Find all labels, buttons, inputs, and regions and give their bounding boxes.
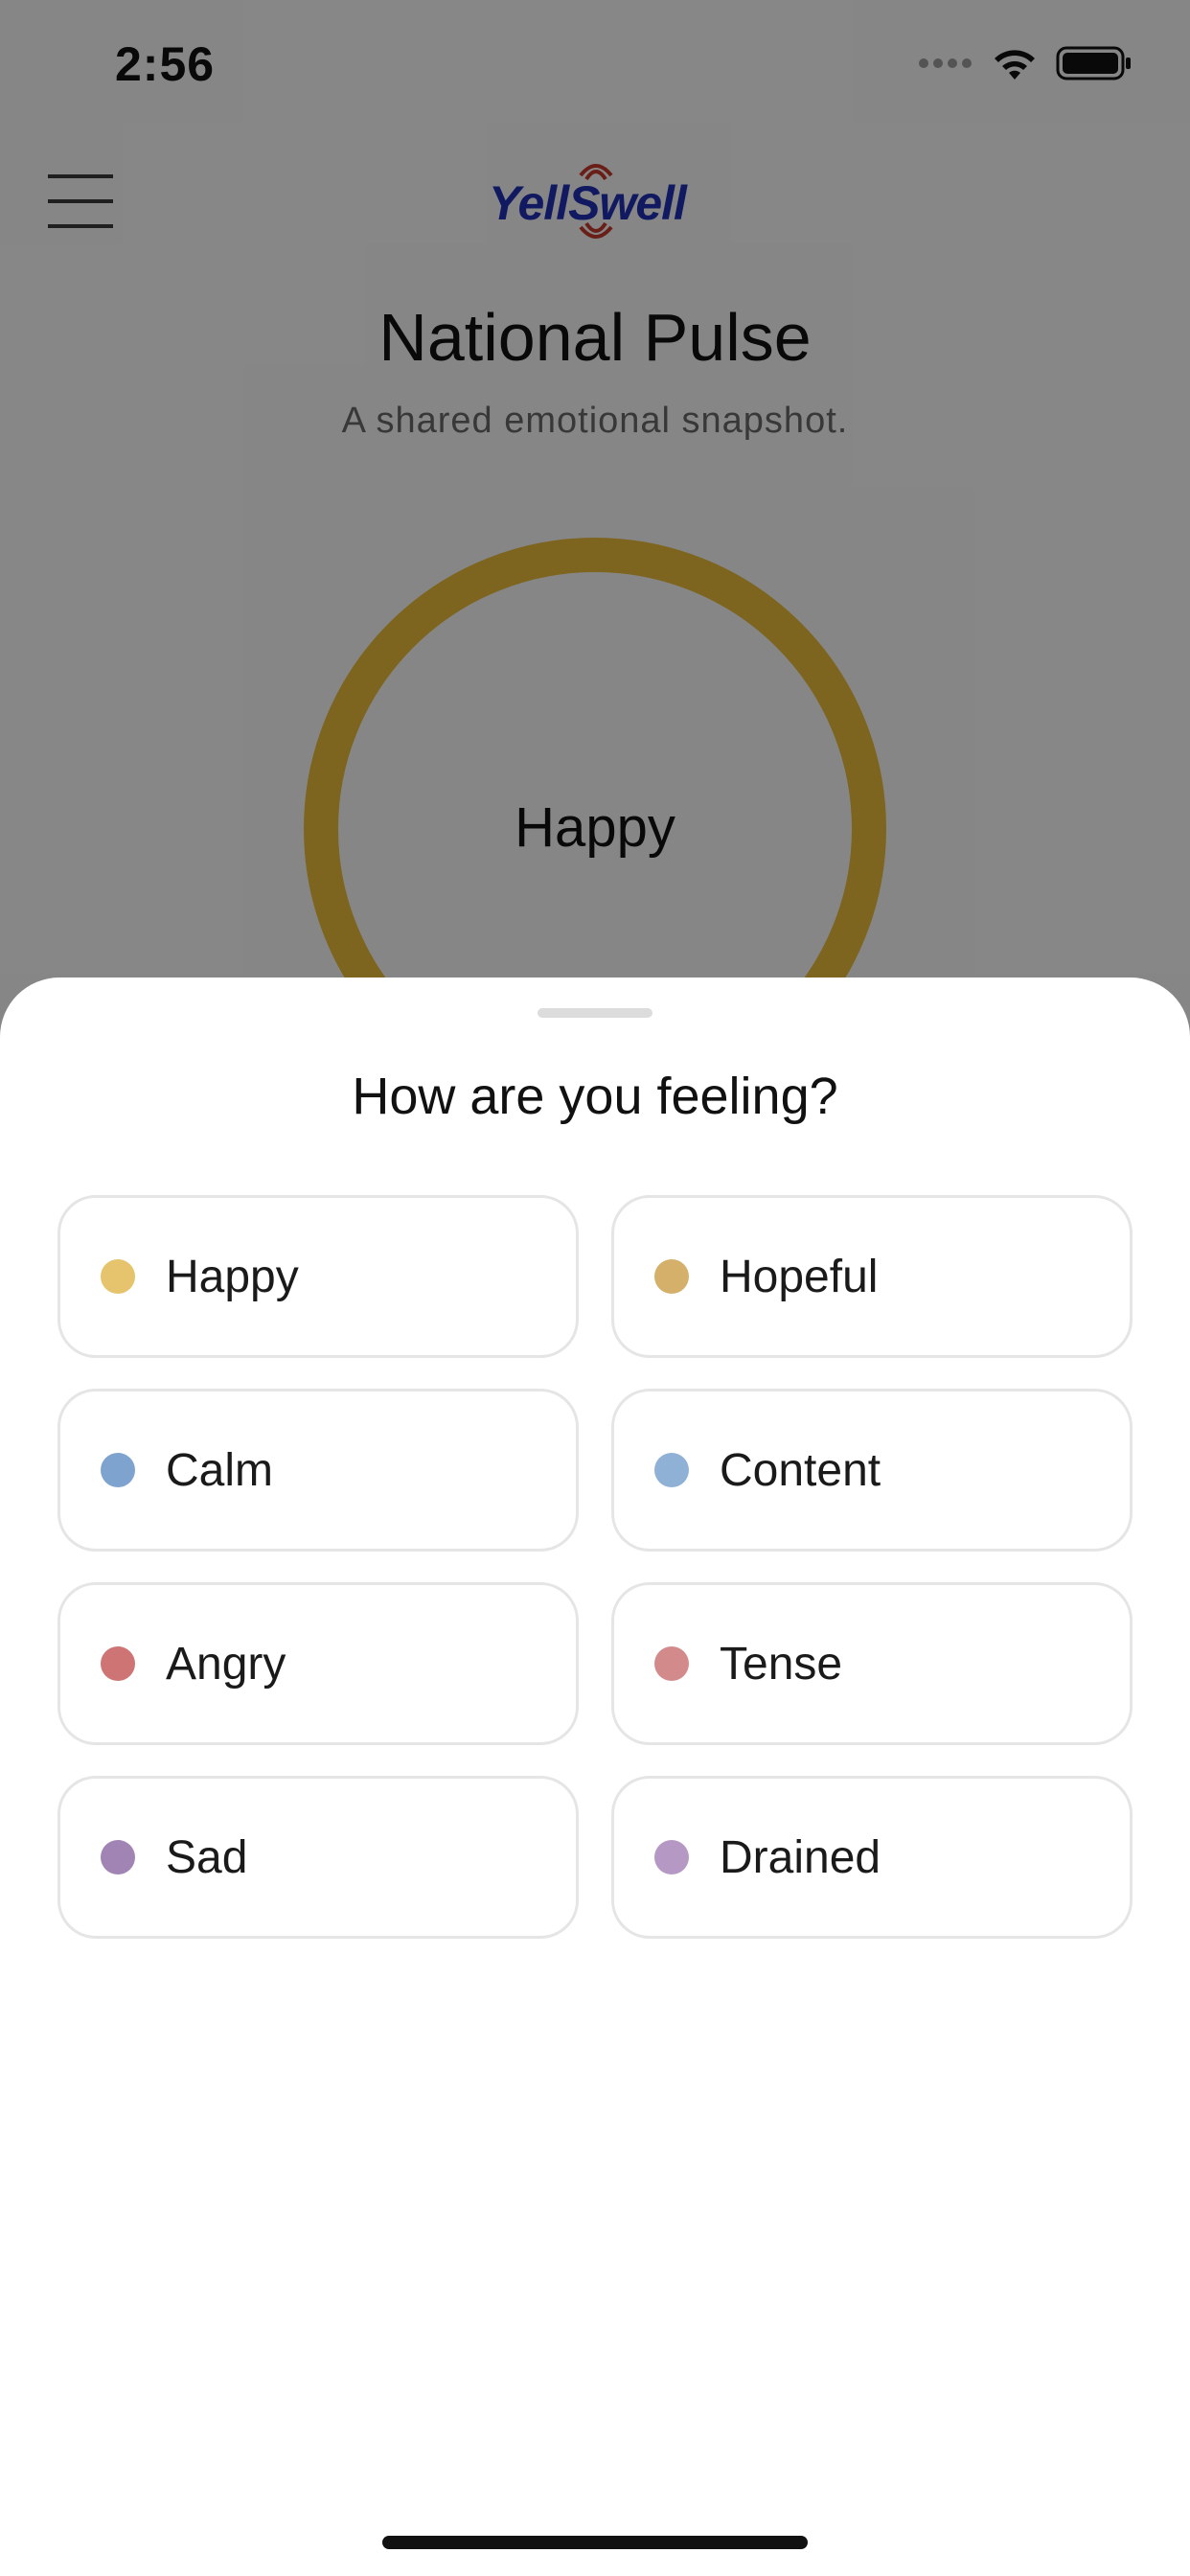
feeling-option-happy[interactable]: Happy — [57, 1195, 579, 1358]
happy-dot-icon — [101, 1259, 135, 1294]
calm-dot-icon — [101, 1453, 135, 1487]
feeling-option-label: Sad — [166, 1831, 248, 1883]
angry-dot-icon — [101, 1646, 135, 1681]
feeling-option-label: Drained — [720, 1831, 881, 1883]
feeling-option-label: Content — [720, 1444, 881, 1496]
feeling-option-calm[interactable]: Calm — [57, 1389, 579, 1552]
drained-dot-icon — [654, 1840, 689, 1874]
sheet-title: How are you feeling? — [352, 1068, 838, 1125]
feeling-option-label: Happy — [166, 1251, 299, 1302]
feeling-sheet: How are you feeling? Happy Hopeful Calm … — [0, 978, 1190, 2576]
content-dot-icon — [654, 1453, 689, 1487]
feeling-option-sad[interactable]: Sad — [57, 1776, 579, 1939]
feeling-option-label: Tense — [720, 1638, 843, 1690]
tense-dot-icon — [654, 1646, 689, 1681]
feeling-option-content[interactable]: Content — [611, 1389, 1133, 1552]
sheet-grabber[interactable] — [538, 1008, 652, 1018]
feeling-option-angry[interactable]: Angry — [57, 1582, 579, 1745]
feeling-option-label: Calm — [166, 1444, 274, 1496]
feeling-option-label: Angry — [166, 1638, 286, 1690]
sad-dot-icon — [101, 1840, 135, 1874]
home-indicator[interactable] — [382, 2536, 808, 2549]
feeling-option-tense[interactable]: Tense — [611, 1582, 1133, 1745]
feeling-option-label: Hopeful — [720, 1251, 879, 1302]
feeling-option-drained[interactable]: Drained — [611, 1776, 1133, 1939]
hopeful-dot-icon — [654, 1259, 689, 1294]
feeling-option-hopeful[interactable]: Hopeful — [611, 1195, 1133, 1358]
